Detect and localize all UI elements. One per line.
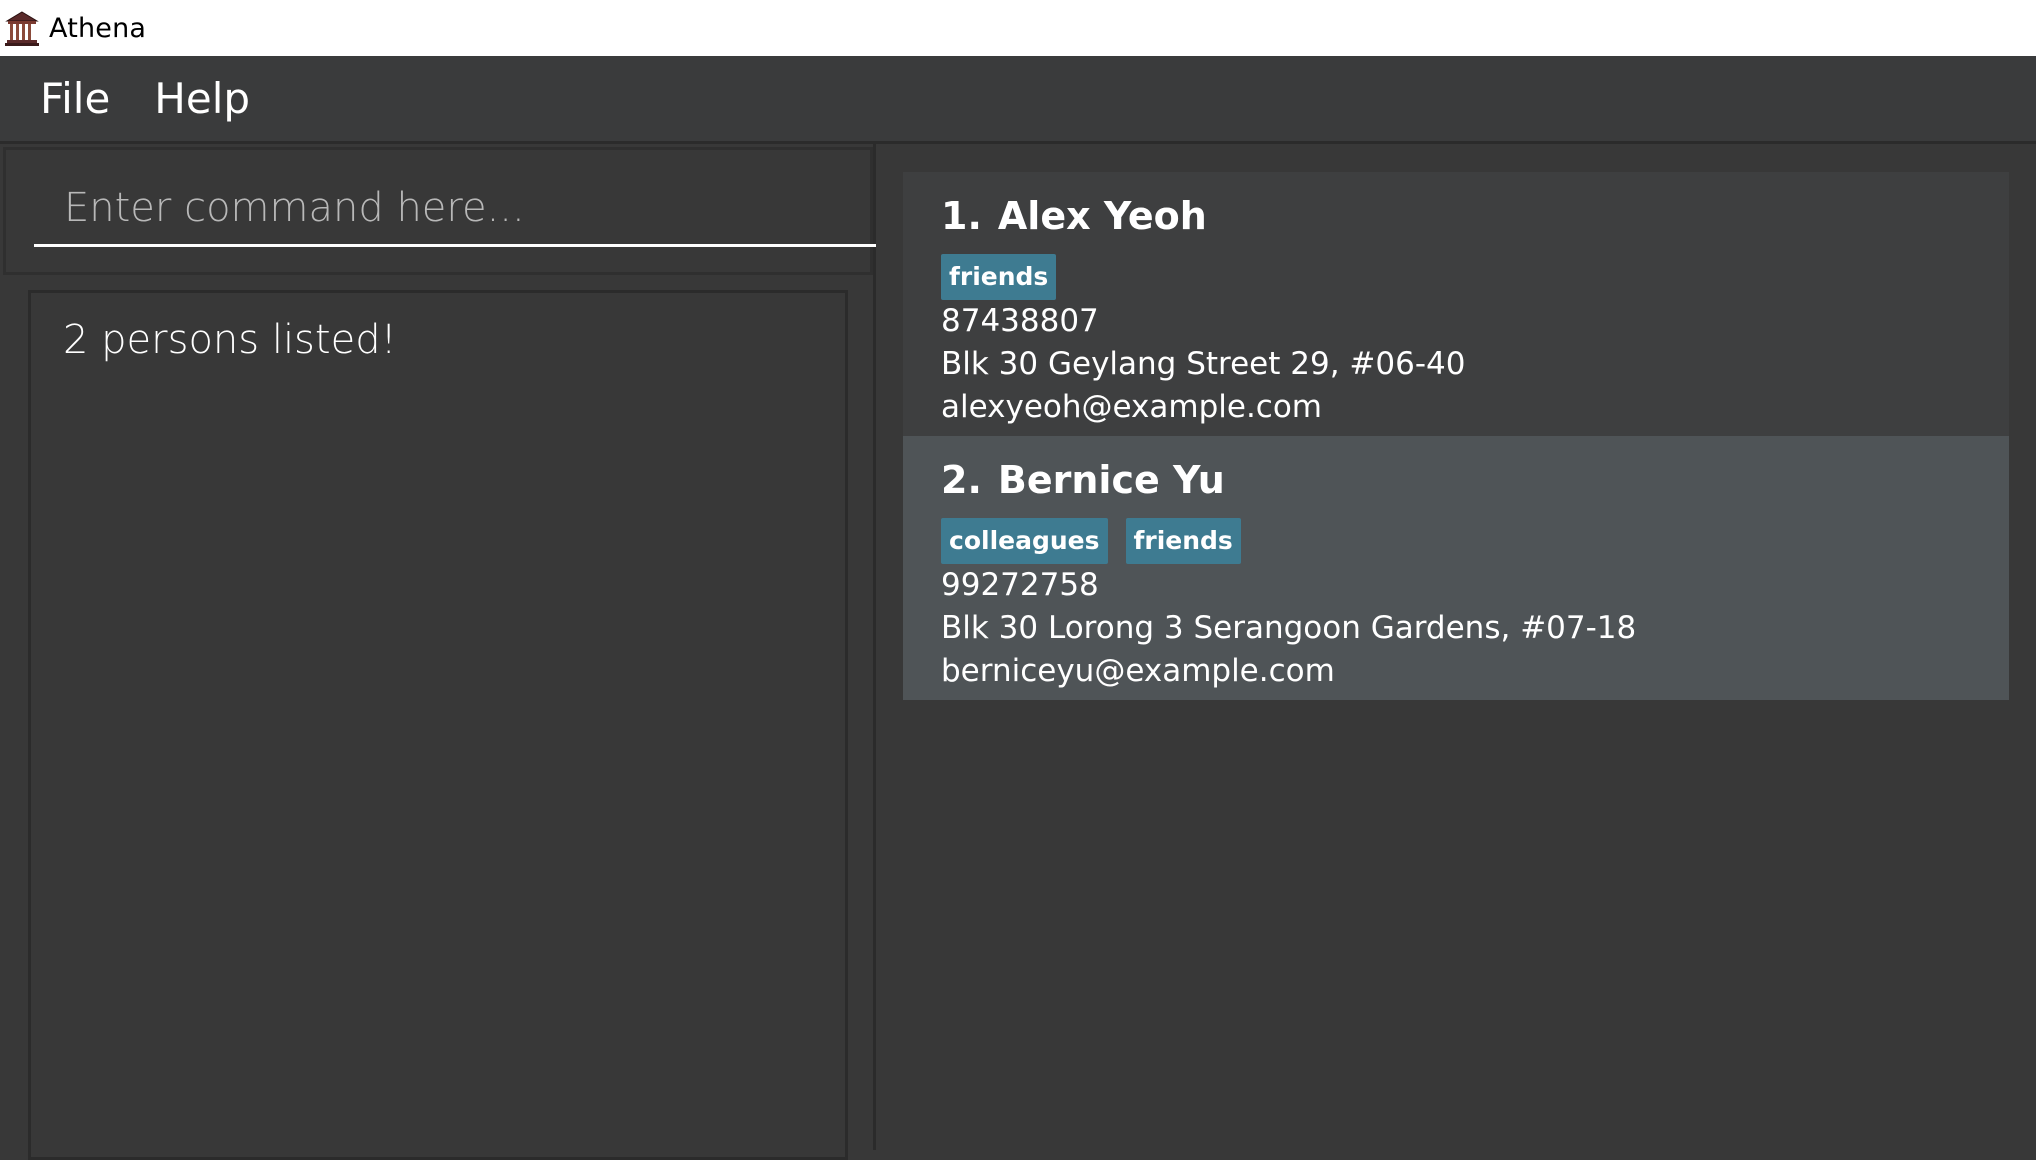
person-email: alexyeoh@example.com (941, 389, 1323, 425)
window-titlebar: Athena (0, 0, 2036, 56)
person-name: Bernice Yu (997, 458, 1225, 502)
temple-icon (5, 11, 39, 46)
person-index: 2. (941, 458, 982, 502)
result-display: 2 persons listed! (28, 290, 848, 1160)
menu-help[interactable]: Help (154, 74, 250, 123)
person-card[interactable]: 2. Bernice Yu colleagues friends 99272758… (903, 436, 2009, 700)
person-tags: friends (941, 254, 1971, 300)
person-phone: 87438807 (941, 303, 1099, 339)
person-name: Alex Yeoh (997, 194, 1207, 238)
person-address: Blk 30 Lorong 3 Serangoon Gardens, #07-1… (941, 610, 1637, 646)
window-title: Athena (49, 12, 147, 44)
command-input[interactable] (34, 178, 882, 247)
tag-label: colleagues (941, 518, 1108, 564)
person-phone: 99272758 (941, 567, 1099, 603)
person-card-title: 1. Alex Yeoh (941, 190, 1971, 242)
person-email: berniceyu@example.com (941, 653, 1335, 689)
tag-label: friends (941, 254, 1057, 300)
menu-file[interactable]: File (40, 74, 110, 123)
person-card-title: 2. Bernice Yu (941, 454, 1971, 506)
person-index: 1. (941, 194, 982, 238)
left-pane: 2 persons listed! (0, 144, 882, 1160)
person-tags: colleagues friends (941, 518, 1971, 564)
command-box (3, 147, 882, 275)
menu-bar: File Help (0, 56, 2036, 144)
person-address: Blk 30 Geylang Street 29, #06-40 (941, 346, 1466, 382)
person-list-panel: 1. Alex Yeoh friends 87438807 Blk 30 Geyl… (876, 144, 2036, 1150)
result-message: 2 persons listed! (63, 317, 397, 363)
person-list[interactable]: 1. Alex Yeoh friends 87438807 Blk 30 Geyl… (903, 172, 2009, 700)
tag-label: friends (1125, 518, 1241, 564)
person-card[interactable]: 1. Alex Yeoh friends 87438807 Blk 30 Geyl… (903, 172, 2009, 436)
